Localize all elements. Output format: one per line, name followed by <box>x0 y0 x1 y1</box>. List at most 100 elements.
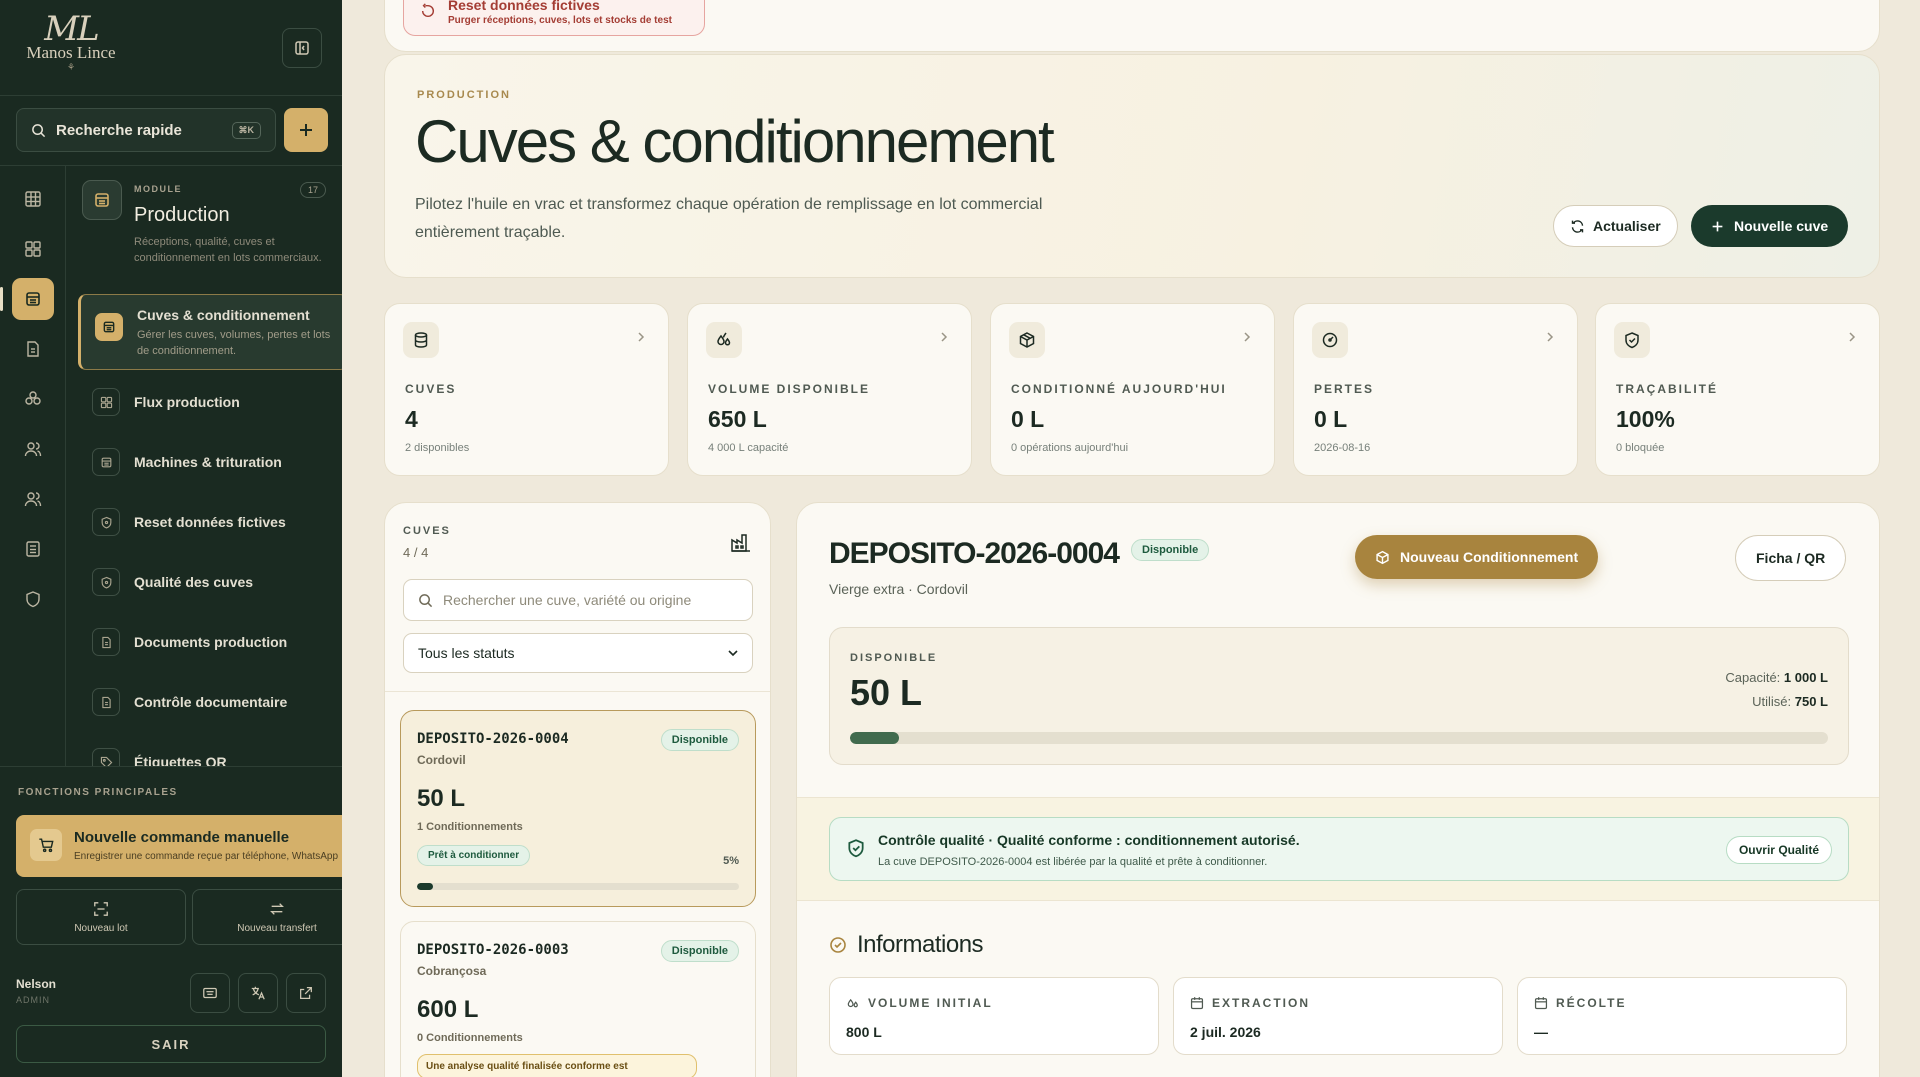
tank-card[interactable]: DEPOSITO-2026-0004 Disponible Cordovil 5… <box>400 710 756 907</box>
divider <box>0 95 342 96</box>
sidebar-toggle-icon <box>295 41 309 55</box>
external-link-button[interactable] <box>286 973 326 1013</box>
rail-team[interactable] <box>12 478 54 520</box>
rail-apps[interactable] <box>12 228 54 270</box>
nav-item-cuves[interactable]: Cuves & conditionnement Gérer les cuves,… <box>78 294 342 370</box>
keyboard-icon <box>203 987 217 999</box>
module-tag: MODULE <box>134 184 182 194</box>
list-count: 4 / 4 <box>403 545 429 560</box>
module-title: Production <box>134 204 230 226</box>
calendar-icon <box>1534 997 1548 1010</box>
brand-logo[interactable]: ML Manos Lince ⚘ <box>16 12 126 82</box>
status-filter-value: Tous les statuts <box>418 645 515 661</box>
nav-item-label: Cuves & conditionnement <box>137 307 310 323</box>
availability-bar <box>850 732 1828 744</box>
new-lot-label: Nouveau lot <box>74 922 128 934</box>
droplets-icon <box>706 322 742 358</box>
shield-icon <box>26 591 40 608</box>
stat-card-volume[interactable]: VOLUME DISPONIBLE 650 L 4 000 L capacité <box>687 303 972 476</box>
nav-item-flux[interactable]: Flux production <box>78 372 342 432</box>
stat-value: 0 L <box>1314 406 1348 432</box>
shield-icon <box>92 508 120 536</box>
tank-card[interactable]: DEPOSITO-2026-0003 Disponible Cobrançosa… <box>400 921 756 1077</box>
status-filter-select[interactable]: Tous les statuts <box>403 633 753 673</box>
quality-control-alert: Contrôle qualité · Qualité conforme : co… <box>829 817 1849 881</box>
keyboard-button[interactable] <box>190 973 230 1013</box>
logo-monogram: ML <box>44 9 99 49</box>
droplets-icon <box>847 998 858 1008</box>
chevron-right-icon <box>939 332 949 342</box>
stat-card-tanks[interactable]: CUVES 4 2 disponibles <box>384 303 669 476</box>
chevron-down-icon <box>728 650 738 657</box>
external-link-icon <box>300 987 312 999</box>
tank-fill-bar-value <box>417 883 434 890</box>
rail-olives[interactable] <box>12 378 54 420</box>
info-section-header: Informations <box>829 931 984 959</box>
page-title: Cuves & conditionnement <box>415 108 1055 175</box>
nav-item-documents[interactable]: Documents production <box>78 612 342 672</box>
available-label: DISPONIBLE <box>850 652 938 664</box>
rail-clients[interactable] <box>12 428 54 470</box>
info-value: — <box>1534 1024 1548 1040</box>
tank-search-input[interactable]: Rechercher une cuve, variété ou origine <box>403 579 753 621</box>
stat-value: 4 <box>405 406 418 432</box>
new-lot-button[interactable]: Nouveau lot <box>16 889 186 945</box>
capacity-line: Capacité: 1 000 L <box>1725 670 1828 685</box>
nav-item-reset[interactable]: Reset données fictives <box>78 492 342 552</box>
used-label: Utilisé: <box>1752 694 1792 709</box>
collapse-sidebar-button[interactable] <box>282 28 322 68</box>
nav-item-label: Machines & trituration <box>134 454 282 470</box>
chevron-right-icon <box>1545 332 1555 342</box>
tank-origin: Cobrançosa <box>417 964 487 978</box>
stat-card-packaged[interactable]: CONDITIONNÉ AUJOURD'HUI 0 L 0 opérations… <box>990 303 1275 476</box>
stat-card-losses[interactable]: PERTES 0 L 2026-08-16 <box>1293 303 1578 476</box>
new-transfer-button[interactable]: Nouveau transfert <box>192 889 342 945</box>
new-packaging-button[interactable]: Nouveau Conditionnement <box>1355 535 1599 579</box>
reset-data-button[interactable]: Reset données fictives Purger réceptions… <box>403 0 705 36</box>
plus-icon <box>1712 221 1723 231</box>
nav-item-machines[interactable]: Machines & trituration <box>78 432 342 492</box>
info-label: RÉCOLTE <box>1534 996 1626 1010</box>
rail-accounting[interactable] <box>12 528 54 570</box>
nav-item-qualite[interactable]: Qualité des cuves <box>78 552 342 612</box>
team-icon <box>24 492 42 507</box>
quick-search[interactable]: Recherche rapide ⌘K <box>16 108 276 152</box>
qc-title: Contrôle qualité · Qualité conforme : co… <box>878 832 1300 848</box>
nav-item-controle[interactable]: Contrôle documentaire <box>78 672 342 732</box>
user-name: Nelson <box>16 977 57 991</box>
rail-dashboard[interactable] <box>12 178 54 220</box>
new-tank-label: Nouvelle cuve <box>1734 218 1829 234</box>
rail-security[interactable] <box>12 578 54 620</box>
open-quality-button[interactable]: Ouvrir Qualité <box>1725 836 1832 864</box>
functions-label: FONCTIONS PRINCIPALES <box>18 787 178 798</box>
tanks-list-panel: CUVES 4 / 4 Rechercher une cuve, variété… <box>384 502 771 1077</box>
ready-badge: Prêt à conditionner <box>417 845 531 866</box>
info-title: Informations <box>857 931 984 958</box>
user-role: ADMIN <box>16 995 50 1005</box>
new-tank-button[interactable]: Nouvelle cuve <box>1691 205 1849 247</box>
refresh-button[interactable]: Actualiser <box>1553 205 1678 247</box>
detail-status: Disponible <box>1131 539 1210 561</box>
used-value: 750 L <box>1794 694 1828 709</box>
logout-button[interactable]: SAIR <box>16 1025 326 1063</box>
rail-documents[interactable] <box>12 328 54 370</box>
rail-production[interactable] <box>12 278 54 320</box>
sheet-qr-button[interactable]: Ficha / QR <box>1735 535 1847 581</box>
document-icon <box>92 688 120 716</box>
table-icon <box>25 191 41 207</box>
availability-panel: DISPONIBLE 50 L Capacité: 1 000 L Utilis… <box>829 627 1849 765</box>
info-card-extraction: EXTRACTION 2 juil. 2026 <box>1173 977 1503 1055</box>
quick-add-button[interactable] <box>284 108 328 152</box>
shield-check-icon <box>848 839 864 858</box>
stat-subtext: 0 opérations aujourd'hui <box>1011 442 1129 454</box>
language-button[interactable] <box>238 973 278 1013</box>
new-manual-order-button[interactable]: Nouvelle commande manuelle Enregistrer u… <box>16 815 342 877</box>
factory-icon[interactable] <box>730 531 752 553</box>
info-value: 800 L <box>846 1024 882 1040</box>
transfer-icon <box>270 902 284 915</box>
document-icon <box>27 341 39 357</box>
stat-card-traceability[interactable]: TRAÇABILITÉ 100% 0 bloquée <box>1595 303 1880 476</box>
scan-icon <box>94 901 108 916</box>
stat-label: VOLUME DISPONIBLE <box>708 382 871 396</box>
chevron-right-icon <box>636 332 646 342</box>
